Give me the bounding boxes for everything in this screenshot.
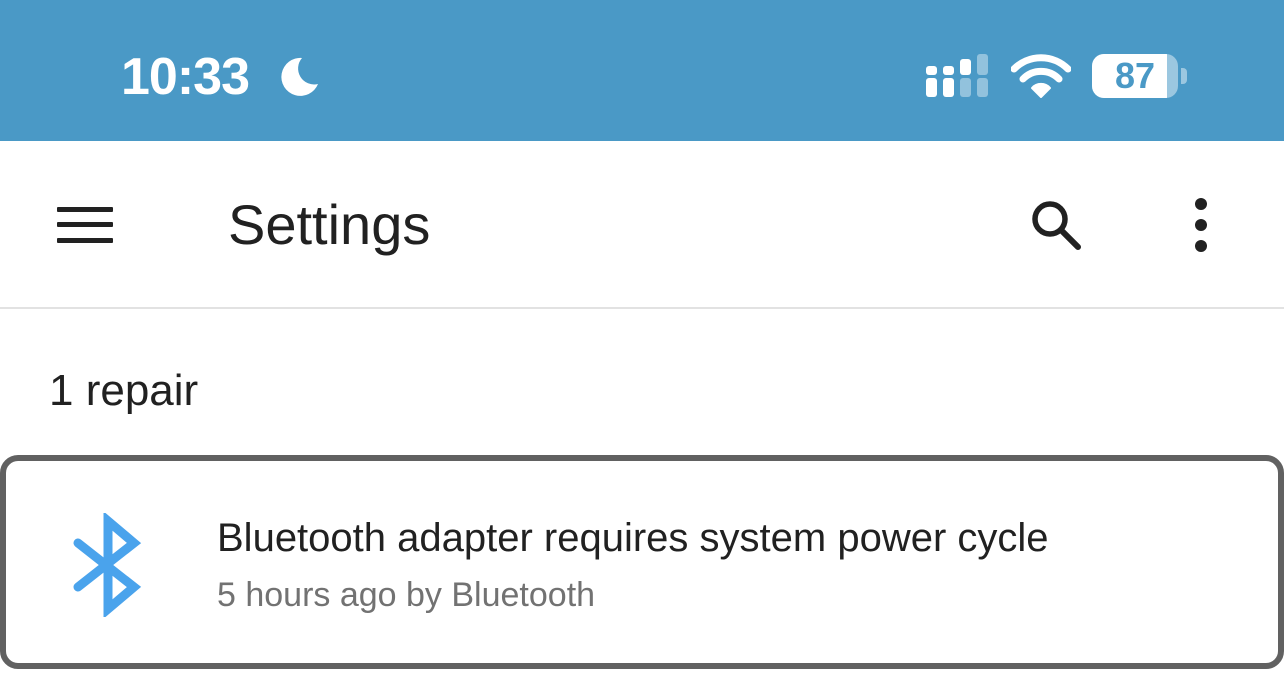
signal-icon <box>926 54 988 97</box>
app-toolbar: Settings <box>0 141 1284 309</box>
hamburger-menu-icon <box>57 207 113 243</box>
repair-title: Bluetooth adapter requires system power … <box>217 516 1049 560</box>
battery-level: 87 <box>1114 55 1156 96</box>
search-button[interactable] <box>1016 189 1096 261</box>
battery-body: 87 <box>1092 54 1178 98</box>
page-title: Settings <box>228 193 431 256</box>
search-icon <box>1032 201 1081 250</box>
status-bar: 10:33 87 <box>0 0 1284 141</box>
settings-page: 10:33 87 Settings 1 repair Bluetooth ada… <box>0 0 1284 691</box>
menu-button[interactable] <box>40 189 130 261</box>
bluetooth-icon <box>73 513 142 617</box>
repair-subtitle: 5 hours ago by Bluetooth <box>217 576 596 614</box>
status-clock: 10:33 <box>121 48 250 106</box>
battery-cap <box>1181 68 1187 84</box>
more-options-button[interactable] <box>1166 189 1236 261</box>
more-vertical-icon <box>1195 198 1207 252</box>
repairs-count-header: 1 repair <box>49 366 199 415</box>
wifi-icon <box>1011 54 1071 98</box>
battery-indicator: 87 <box>1092 54 1188 100</box>
repair-item[interactable]: Bluetooth adapter requires system power … <box>0 455 1284 669</box>
moon-icon <box>281 57 318 96</box>
